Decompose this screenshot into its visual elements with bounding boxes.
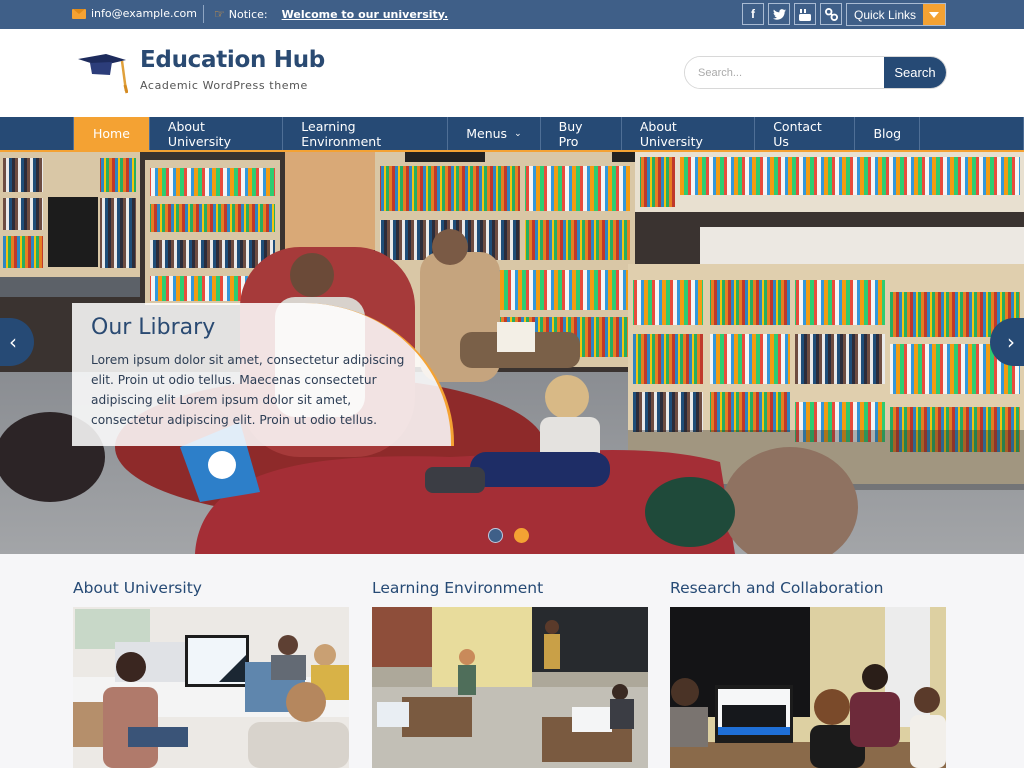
youtube-icon[interactable] — [794, 3, 816, 25]
search-button[interactable]: Search — [884, 57, 946, 88]
chevron-down-icon: ⌄ — [514, 128, 522, 139]
slide-description: Lorem ipsum dolor sit amet, consectetur … — [91, 353, 405, 427]
notice: ☞ Notice: Welcome to our university. — [214, 7, 448, 21]
pointing-hand-icon: ☞ — [214, 7, 225, 21]
link-icon[interactable] — [820, 3, 842, 25]
main-navigation: Home About University Learning Environme… — [0, 117, 1024, 152]
hero-slider: Our Library Lorem ipsum dolor sit amet, … — [0, 152, 1024, 554]
site-header: Education Hub Academic WordPress theme S… — [0, 29, 1024, 117]
nav-item-blog[interactable]: Blog — [855, 117, 921, 150]
mail-icon — [72, 8, 86, 19]
nav-item-menus[interactable]: Menus ⌄ — [448, 117, 541, 150]
slide-title: Our Library — [91, 315, 216, 340]
feature-title[interactable]: About University — [73, 579, 202, 597]
office-workspace-image[interactable] — [73, 607, 349, 768]
notice-label: Notice: — [228, 7, 268, 21]
meeting-image[interactable] — [670, 607, 946, 768]
nav-item-contact-us[interactable]: Contact Us — [755, 117, 856, 150]
quick-links-label: Quick Links — [853, 7, 917, 22]
feature-title[interactable]: Research and Collaboration — [670, 579, 883, 597]
notice-link[interactable]: Welcome to our university. — [282, 8, 449, 21]
slider-dot-1[interactable] — [488, 528, 503, 543]
feature-title[interactable]: Learning Environment — [372, 579, 543, 597]
graduation-cap-icon[interactable] — [76, 51, 128, 95]
top-bar: info@example.com ☞ Notice: Welcome to ou… — [0, 0, 1024, 29]
email-text[interactable]: info@example.com — [91, 7, 197, 20]
site-tagline: Academic WordPress theme — [140, 79, 308, 92]
nav-item-buy-pro[interactable]: Buy Pro — [541, 117, 622, 150]
nav-filler — [920, 117, 1024, 150]
search-input[interactable] — [685, 57, 884, 88]
classroom-image[interactable] — [372, 607, 648, 768]
search-form: Search — [684, 56, 947, 89]
slider-pagination — [488, 528, 529, 543]
nav-item-menus-label: Menus — [466, 126, 508, 141]
nav-item-home[interactable]: Home — [74, 117, 150, 150]
facebook-icon[interactable]: f — [742, 3, 764, 25]
quick-links-dropdown[interactable]: Quick Links — [846, 3, 946, 26]
chevron-left-icon: ‹ — [9, 330, 17, 354]
features-section: About University Learning Environment Re… — [0, 554, 1024, 768]
nav-item-about-university[interactable]: About University — [150, 117, 284, 150]
contact-email[interactable]: info@example.com — [72, 7, 197, 20]
nav-item-about-university-2[interactable]: About University — [622, 117, 756, 150]
chevron-right-icon: › — [1007, 330, 1015, 354]
nav-item-learning-environment[interactable]: Learning Environment — [283, 117, 449, 150]
topbar-divider — [203, 5, 204, 23]
slider-dot-2[interactable] — [514, 528, 529, 543]
chevron-down-icon — [923, 4, 945, 25]
social-links: f — [742, 3, 842, 25]
twitter-icon[interactable] — [768, 3, 790, 25]
site-title[interactable]: Education Hub — [140, 47, 325, 73]
